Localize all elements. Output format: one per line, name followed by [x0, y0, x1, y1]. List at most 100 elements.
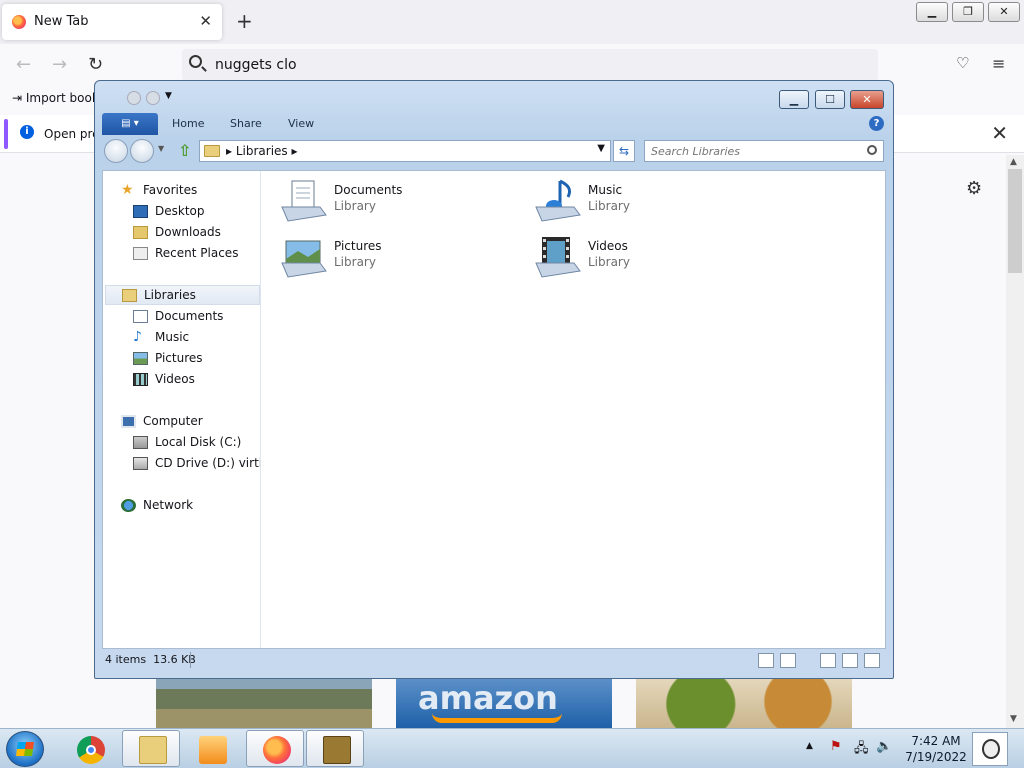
- url-text[interactable]: nuggets clo: [215, 57, 297, 73]
- top-site-tile-1[interactable]: [156, 679, 372, 729]
- nav-favorites[interactable]: ★ Favorites: [121, 180, 197, 200]
- menu-hamburger-icon[interactable]: ≡: [992, 54, 1005, 73]
- dosbox-icon: [323, 736, 351, 764]
- explorer-maximize-button[interactable]: ☐: [815, 90, 845, 109]
- nav-network[interactable]: Network: [121, 495, 193, 515]
- nav-cd-drive[interactable]: CD Drive (D:) virtio-w: [133, 453, 260, 473]
- details-pane-toggle-icon[interactable]: [842, 653, 858, 668]
- tab-share[interactable]: Share: [230, 117, 262, 130]
- new-tab-button[interactable]: +: [236, 9, 253, 33]
- cd-drive-icon: [133, 456, 148, 470]
- nav-videos[interactable]: Videos: [133, 369, 195, 389]
- library-name: Videos: [588, 239, 628, 253]
- clock-time: 7:42 AM: [911, 734, 961, 748]
- show-desktop-avatar[interactable]: [972, 732, 1008, 766]
- network-tray-icon[interactable]: 🖧: [854, 739, 869, 761]
- tab-close-icon[interactable]: ✕: [199, 12, 212, 30]
- library-item-videos[interactable]: Videos Library: [534, 233, 774, 281]
- quick-access-toolbar: ▼: [127, 91, 175, 105]
- explorer-minimize-button[interactable]: ▁: [779, 90, 809, 109]
- taskbar-firefox[interactable]: [246, 730, 304, 767]
- qat-properties-icon[interactable]: [127, 91, 141, 105]
- qat-newfolder-icon[interactable]: [146, 91, 160, 105]
- pocket-icon[interactable]: ♡: [956, 54, 969, 72]
- nav-local-disk[interactable]: Local Disk (C:): [133, 432, 241, 452]
- nav-downloads[interactable]: Downloads: [133, 222, 221, 242]
- pictures-icon: [133, 351, 148, 365]
- file-menu-button[interactable]: ▤ ▾: [102, 113, 158, 135]
- nav-music[interactable]: ♪ Music: [133, 327, 189, 347]
- details-view-icon[interactable]: [758, 653, 774, 668]
- navigation-pane-toggle-icon[interactable]: [820, 653, 836, 668]
- library-item-documents[interactable]: Documents Library: [280, 177, 520, 225]
- nav-computer[interactable]: Computer: [121, 411, 203, 431]
- libraries-icon: [122, 288, 137, 302]
- nav-recent-places[interactable]: Recent Places: [133, 243, 238, 263]
- nav-libraries[interactable]: Libraries: [105, 285, 260, 305]
- notice-text: Open pre: [44, 127, 100, 141]
- nav-computer-label: Computer: [143, 414, 203, 428]
- breadcrumb-libraries[interactable]: Libraries: [236, 144, 288, 158]
- top-site-tile-amazon[interactable]: amazon: [396, 679, 612, 729]
- action-center-flag-icon[interactable]: ⚑: [830, 739, 842, 754]
- taskbar-explorer[interactable]: [122, 730, 180, 767]
- scroll-up-arrow-icon[interactable]: ▲: [1010, 157, 1017, 167]
- library-type: Library: [588, 255, 630, 269]
- help-icon[interactable]: ?: [869, 116, 884, 131]
- media-player-icon: [199, 736, 227, 764]
- library-item-music[interactable]: Music Library: [534, 177, 774, 225]
- documents-icon: [133, 309, 148, 323]
- scroll-down-arrow-icon[interactable]: ▼: [1010, 714, 1017, 724]
- refresh-button[interactable]: ⇆: [613, 140, 635, 162]
- browser-restore-button[interactable]: ❐: [952, 2, 984, 22]
- address-dropdown-icon[interactable]: ▼: [597, 143, 605, 154]
- taskbar-media-player[interactable]: [182, 730, 240, 767]
- reload-icon[interactable]: ↻: [88, 54, 103, 75]
- preview-pane-toggle-icon[interactable]: [864, 653, 880, 668]
- chrome-icon-center: [86, 745, 96, 755]
- explorer-close-button[interactable]: ✕: [850, 90, 884, 109]
- forward-button[interactable]: [130, 139, 154, 163]
- back-arrow-icon[interactable]: ←: [16, 54, 31, 75]
- address-bar[interactable]: ▸ Libraries ▸ ▼: [199, 140, 611, 162]
- explorer-titlebar[interactable]: ▼ ▁ ☐ ✕: [95, 81, 893, 113]
- tab-view[interactable]: View: [288, 117, 314, 130]
- status-text: 4 items 13.6 KB: [105, 653, 196, 666]
- nav-documents[interactable]: Documents: [133, 306, 223, 326]
- page-scrollbar[interactable]: ▲ ▼: [1006, 155, 1024, 728]
- volume-icon[interactable]: 🔈: [876, 739, 892, 754]
- nav-downloads-label: Downloads: [155, 225, 221, 239]
- up-folder-icon[interactable]: ⇧: [178, 141, 191, 160]
- nav-cd-drive-label: CD Drive (D:) virtio-w: [155, 456, 260, 470]
- recent-locations-dropdown-icon[interactable]: ▼: [158, 144, 164, 153]
- nav-desktop[interactable]: Desktop: [133, 201, 205, 221]
- taskbar-dosbox[interactable]: [306, 730, 364, 767]
- nav-pictures[interactable]: Pictures: [133, 348, 203, 368]
- qat-dropdown-icon[interactable]: ▼: [165, 91, 175, 105]
- forward-arrow-icon[interactable]: →: [52, 54, 67, 75]
- tray-overflow-icon[interactable]: ▲: [806, 741, 813, 751]
- taskbar-chrome[interactable]: [60, 730, 118, 767]
- back-button[interactable]: [104, 139, 128, 163]
- library-item-pictures[interactable]: Pictures Library: [280, 233, 520, 281]
- search-input[interactable]: [649, 143, 859, 159]
- tray-clock[interactable]: 7:42 AM 7/19/2022: [904, 733, 968, 765]
- browser-close-button[interactable]: ✕: [988, 2, 1020, 22]
- browser-minimize-button[interactable]: ▁: [916, 2, 948, 22]
- large-icons-view-icon[interactable]: [780, 653, 796, 668]
- breadcrumb[interactable]: ▸ Libraries ▸: [226, 144, 298, 158]
- hard-disk-icon: [133, 435, 148, 449]
- navigation-pane: ★ Favorites Desktop Downloads Recent Plac…: [103, 171, 261, 648]
- search-icon[interactable]: [867, 145, 877, 155]
- start-button[interactable]: [6, 731, 44, 767]
- import-bookmarks-item[interactable]: ⇥ Import bool: [12, 91, 95, 105]
- tab-home[interactable]: Home: [172, 117, 204, 130]
- url-bar[interactable]: nuggets clo: [182, 49, 878, 81]
- search-box[interactable]: [644, 140, 884, 162]
- nav-recent-label: Recent Places: [155, 246, 239, 260]
- top-site-tile-3[interactable]: [636, 679, 852, 729]
- browser-tab-new-tab[interactable]: New Tab ✕: [2, 4, 222, 40]
- scrollbar-thumb[interactable]: [1008, 169, 1022, 273]
- gear-icon[interactable]: ⚙: [966, 178, 982, 199]
- notice-close-icon[interactable]: ✕: [991, 121, 1008, 145]
